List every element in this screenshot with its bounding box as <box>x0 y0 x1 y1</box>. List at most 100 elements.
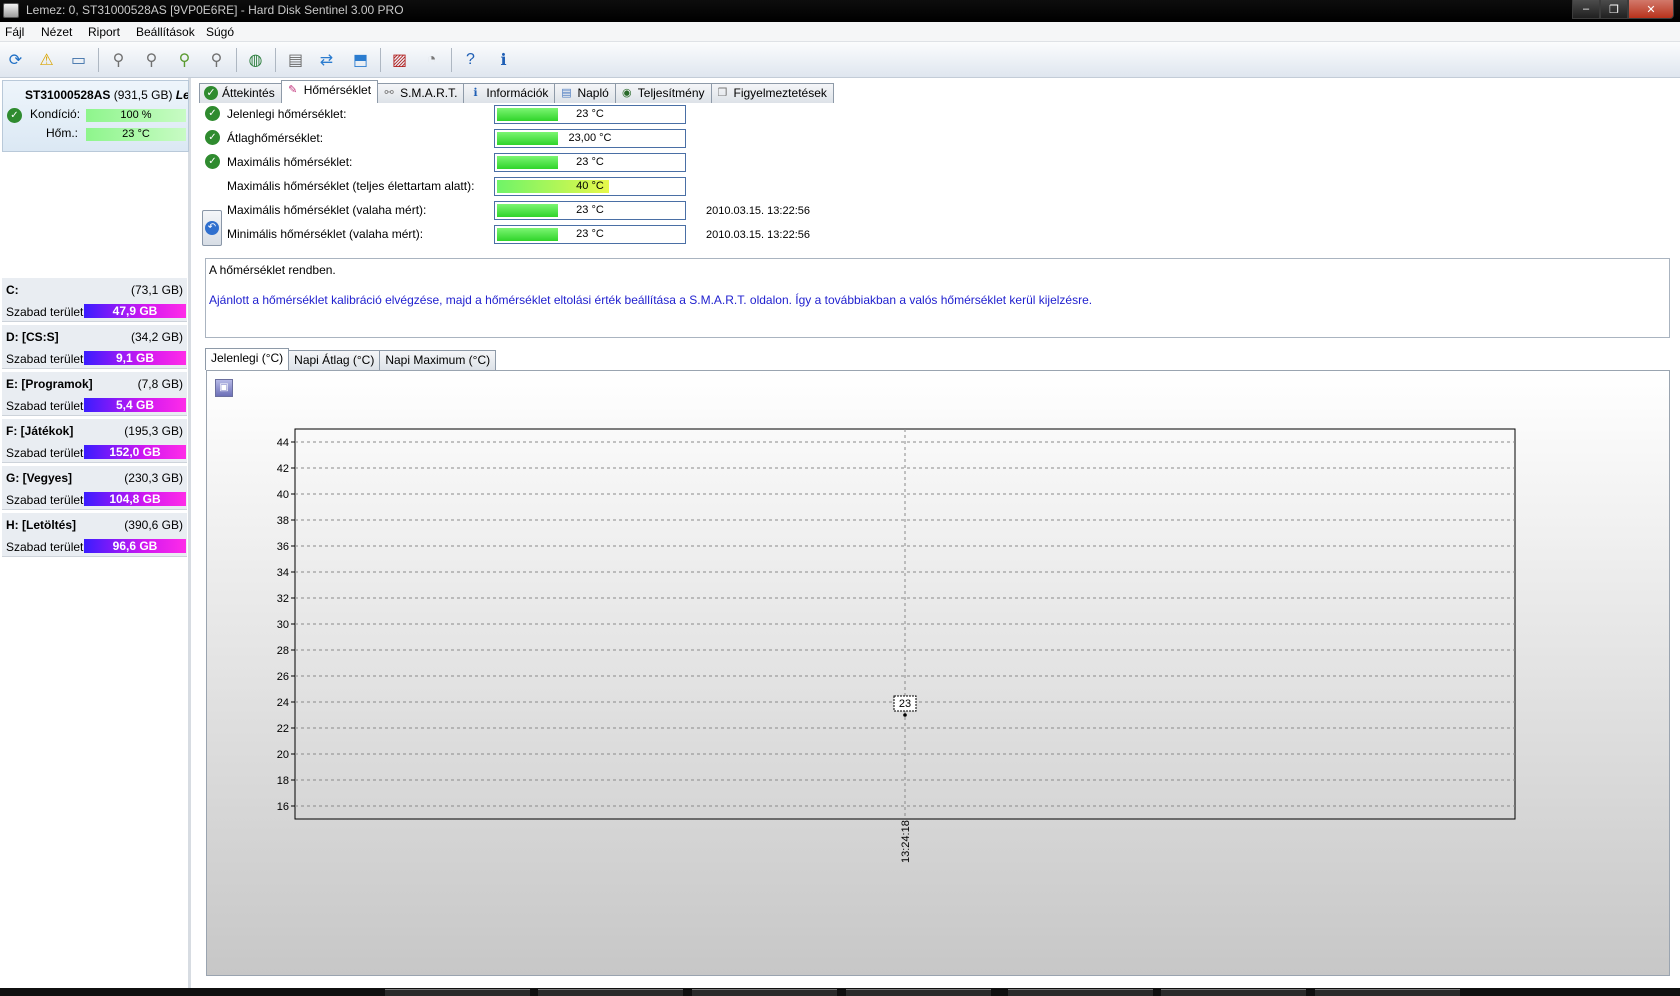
y-tick-label: 24 <box>277 697 289 709</box>
temp-label: Hőm.: <box>46 126 79 140</box>
test-extended-icon[interactable]: ⚲ <box>204 47 229 72</box>
health-label: Kondíció: <box>30 107 81 121</box>
volume-size: (195,3 GB) <box>124 424 183 438</box>
volume-size: (7,8 GB) <box>137 377 183 391</box>
volume-d[interactable]: D: [CS:S] (34,2 GB) Szabad terület 9,1 G… <box>2 325 187 369</box>
volume-g[interactable]: G: [Vegyes] (230,3 GB) Szabad terület 10… <box>2 466 187 510</box>
y-tick-label: 28 <box>277 645 289 657</box>
volume-size: (390,6 GB) <box>124 518 183 532</box>
taskbar-item[interactable] <box>1315 989 1460 996</box>
maximize-button[interactable]: ❐ <box>1600 0 1628 19</box>
test-icon[interactable]: ⚲ <box>106 47 131 72</box>
menu-view[interactable]: Nézet <box>41 25 72 39</box>
tab-graph-daily-maximum[interactable]: Napi Maximum (°C) <box>379 350 497 370</box>
tab-overview[interactable]: ✓ Áttekintés <box>199 83 282 103</box>
check-icon: ✓ <box>205 154 220 169</box>
tab-graph-current[interactable]: Jelenlegi (°C) <box>205 348 290 370</box>
volume-e[interactable]: E: [Programok] (7,8 GB) Szabad terület 5… <box>2 372 187 416</box>
temp-box-ever-min: 23 °C <box>494 225 686 244</box>
advice-message[interactable]: Ajánlott a hőmérséklet kalibráció elvégz… <box>209 293 1092 307</box>
test-advanced-icon[interactable]: ⚲ <box>139 47 164 72</box>
temp-label: Jelenlegi hőmérséklet: <box>227 107 347 121</box>
y-tick-label: 40 <box>277 489 289 501</box>
temp-box-maximum: 23 °C <box>494 153 686 172</box>
network-icon[interactable]: ⬒ <box>348 47 373 72</box>
menu-file[interactable]: Fájl <box>5 25 24 39</box>
menu-settings[interactable]: Beállítások <box>136 25 195 39</box>
health-bar: 100 % <box>86 109 186 122</box>
y-tick-label: 18 <box>277 775 289 787</box>
y-tick-label: 30 <box>277 619 289 631</box>
menu-report[interactable]: Riport <box>88 25 120 39</box>
tab-information[interactable]: ℹ Információk <box>463 83 556 103</box>
free-space-bar: 96,6 GB <box>84 539 186 553</box>
free-space-label: Szabad terület <box>6 540 84 554</box>
y-tick-label: 20 <box>277 749 289 761</box>
taskbar-item[interactable] <box>385 989 530 996</box>
check-icon: ✓ <box>205 106 220 121</box>
tab-log[interactable]: ▤ Napló <box>554 83 616 103</box>
timestamp-ever-min: 2010.03.15. 13:22:56 <box>706 229 810 241</box>
menu-bar: Fájl Nézet Riport Beállítások Súgó <box>0 22 1680 42</box>
reset-button[interactable]: ↶ <box>202 210 222 246</box>
sync-icon[interactable]: ⇄ <box>314 47 339 72</box>
volume-name: D: [CS:S] <box>6 330 59 344</box>
y-tick-label: 44 <box>277 437 289 449</box>
taskbar-item[interactable] <box>846 989 991 996</box>
free-space-bar: 47,9 GB <box>84 304 186 318</box>
volume-f[interactable]: F: [Játékok] (195,3 GB) Szabad terület 1… <box>2 419 187 463</box>
taskbar-item[interactable] <box>692 989 837 996</box>
temperature-chart: 16 18 20 22 24 26 28 30 32 34 36 38 40 42 44 13:24:18 23 <box>277 428 1516 863</box>
taskbar-item[interactable] <box>1161 989 1306 996</box>
refresh-icon[interactable]: ⟳ <box>3 47 28 72</box>
menu-help[interactable]: Súgó <box>206 25 234 39</box>
chart-icon[interactable]: ▨ <box>387 47 412 72</box>
gauge-icon: ◉ <box>621 87 632 99</box>
temp-label: Maximális hőmérséklet (valaha mért): <box>227 203 427 217</box>
warning-icon[interactable]: ⚠ <box>34 47 59 72</box>
taskbar-item[interactable] <box>538 989 683 996</box>
close-button[interactable]: ✕ <box>1628 0 1674 19</box>
free-space-label: Szabad terület <box>6 352 84 366</box>
sound-icon[interactable]: ◔ <box>419 47 444 72</box>
globe-icon[interactable]: ◍ <box>243 47 268 72</box>
free-space-bar: 5,4 GB <box>84 398 186 412</box>
volume-h[interactable]: H: [Letöltés] (390,6 GB) Szabad terület … <box>2 513 187 557</box>
window-title: Lemez: 0, ST31000528AS [9VP0E6RE] - Hard… <box>26 3 404 17</box>
y-tick-label: 32 <box>277 593 289 605</box>
minimize-button[interactable]: – <box>1572 0 1600 19</box>
test-surface-icon[interactable]: ⚲ <box>172 47 197 72</box>
data-label: 23 <box>899 698 911 710</box>
taskbar <box>0 988 1680 996</box>
free-space-label: Szabad terület <box>6 446 84 460</box>
disk-card[interactable]: ST31000528AS (931,5 GB) Lem ✓ Kondíció: … <box>2 80 189 152</box>
tab-temperature[interactable]: ✎ Hőmérséklet <box>280 80 379 103</box>
disk-name: ST31000528AS (931,5 GB) Lem <box>25 88 188 102</box>
volume-name: E: [Programok] <box>6 377 93 391</box>
report-icon[interactable]: ▤ <box>283 47 308 72</box>
temp-box-ever-max: 23 °C <box>494 201 686 220</box>
x-tick-label: 13:24:18 <box>900 820 912 863</box>
tab-smart[interactable]: ⚯ S.M.A.R.T. <box>377 83 465 103</box>
free-space-bar: 104,8 GB <box>84 492 186 506</box>
status-message: A hőmérséklet rendben. <box>209 263 336 277</box>
tab-graph-daily-average[interactable]: Napi Átlag (°C) <box>288 350 381 370</box>
volume-size: (230,3 GB) <box>124 471 183 485</box>
thermometer-icon: ✎ <box>288 84 298 96</box>
temp-label: Minimális hőmérséklet (valaha mért): <box>227 227 424 241</box>
disk-icon[interactable]: ▭ <box>66 47 91 72</box>
temperature-graph-panel: ▣ 16 18 20 22 24 26 28 30 32 34 36 38 40 42 44 13:24:18… <box>206 370 1670 976</box>
app-icon <box>3 3 19 18</box>
volume-c[interactable]: C: (73,1 GB) Szabad terület 47,9 GB <box>2 278 187 322</box>
temp-label: Maximális hőmérséklet: <box>227 155 353 169</box>
help-icon[interactable]: ? <box>458 47 483 72</box>
y-tick-label: 38 <box>277 515 289 527</box>
tab-alerts[interactable]: ❐ Figyelmeztetések <box>710 83 834 103</box>
y-tick-label: 16 <box>277 801 289 813</box>
taskbar-item[interactable] <box>1008 989 1153 996</box>
data-point <box>903 713 907 717</box>
check-icon: ✓ <box>204 86 218 100</box>
tab-performance[interactable]: ◉ Teljesítmény <box>614 83 712 103</box>
info-icon[interactable]: ℹ <box>491 47 516 72</box>
temp-label: Átlaghőmérséklet: <box>227 131 324 145</box>
